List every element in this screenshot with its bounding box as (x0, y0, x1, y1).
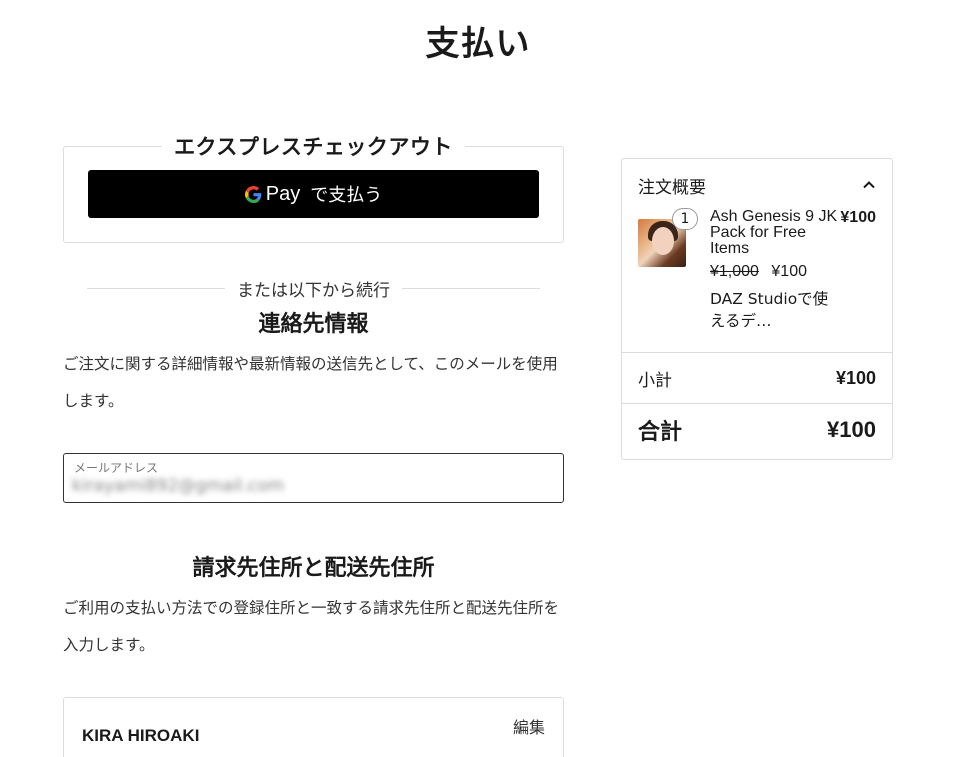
express-checkout-legend: エクスプレスチェックアウト (64, 131, 563, 161)
express-checkout-title: エクスプレスチェックアウト (162, 135, 465, 159)
total-value: ¥100 (827, 417, 876, 442)
original-price: ¥1,000 (710, 263, 759, 280)
google-pay-wordmark: Pay (265, 182, 301, 205)
divider-text: または以下から続行 (237, 280, 390, 301)
address-description: ご利用の支払い方法での登録住所と一致する請求先住所と配送先住所を入力します。 (63, 599, 560, 654)
divider-line-right (402, 287, 540, 289)
chevron-up-icon (863, 181, 875, 189)
summary-divider (622, 352, 892, 353)
email-field-value[interactable]: kirayami892@gmail.com (72, 476, 284, 496)
order-summary: 注文概要 1 Ash Genesis 9 JK Pack for Free It… (621, 158, 893, 460)
address-name: KIRA HIROAKI (82, 726, 200, 745)
email-field-label: メールアドレス (74, 461, 159, 475)
edit-address-link[interactable]: 編集 (513, 714, 545, 738)
page-title: 支払い (425, 24, 531, 64)
subtotal-value: ¥100 (835, 367, 876, 388)
product-price-details: ¥1,000 ¥100 (710, 263, 807, 281)
product-thumbnail-face (652, 227, 674, 255)
continue-divider: または以下から続行 (87, 276, 540, 301)
summary-divider (622, 403, 892, 404)
sale-price: ¥100 (771, 263, 807, 280)
product-price: ¥100 (840, 209, 876, 226)
google-pay-label: で支払う (310, 185, 383, 206)
product-description: DAZ Studioで使えるデ… (710, 290, 829, 330)
product-name: Ash Genesis 9 JK Pack for Free Items (710, 208, 838, 257)
contact-heading: 連絡先情報 (258, 312, 369, 337)
contact-description: ご注文に関する詳細情報や最新情報の送信先として、このメールを使用します。 (63, 355, 558, 410)
divider-line-left (87, 287, 225, 289)
google-pay-button[interactable]: Pay で支払う (88, 170, 539, 218)
subtotal-label: 小計 (638, 370, 672, 391)
subtotal-row: 小計 ¥100 (638, 366, 876, 391)
total-row: 合計 ¥100 (638, 415, 876, 445)
order-summary-toggle[interactable]: 注文概要 (638, 173, 876, 198)
total-label: 合計 (638, 420, 683, 445)
express-checkout-box: エクスプレスチェックアウト Pay で支払う (63, 135, 564, 243)
address-heading: 請求先住所と配送先住所 (192, 556, 435, 581)
google-g-icon (244, 185, 262, 203)
quantity-badge: 1 (672, 208, 698, 230)
address-card: KIRA HIROAKI 編集 (63, 697, 564, 757)
order-summary-title: 注文概要 (638, 177, 706, 198)
email-field[interactable]: メールアドレス kirayami892@gmail.com (63, 453, 564, 503)
